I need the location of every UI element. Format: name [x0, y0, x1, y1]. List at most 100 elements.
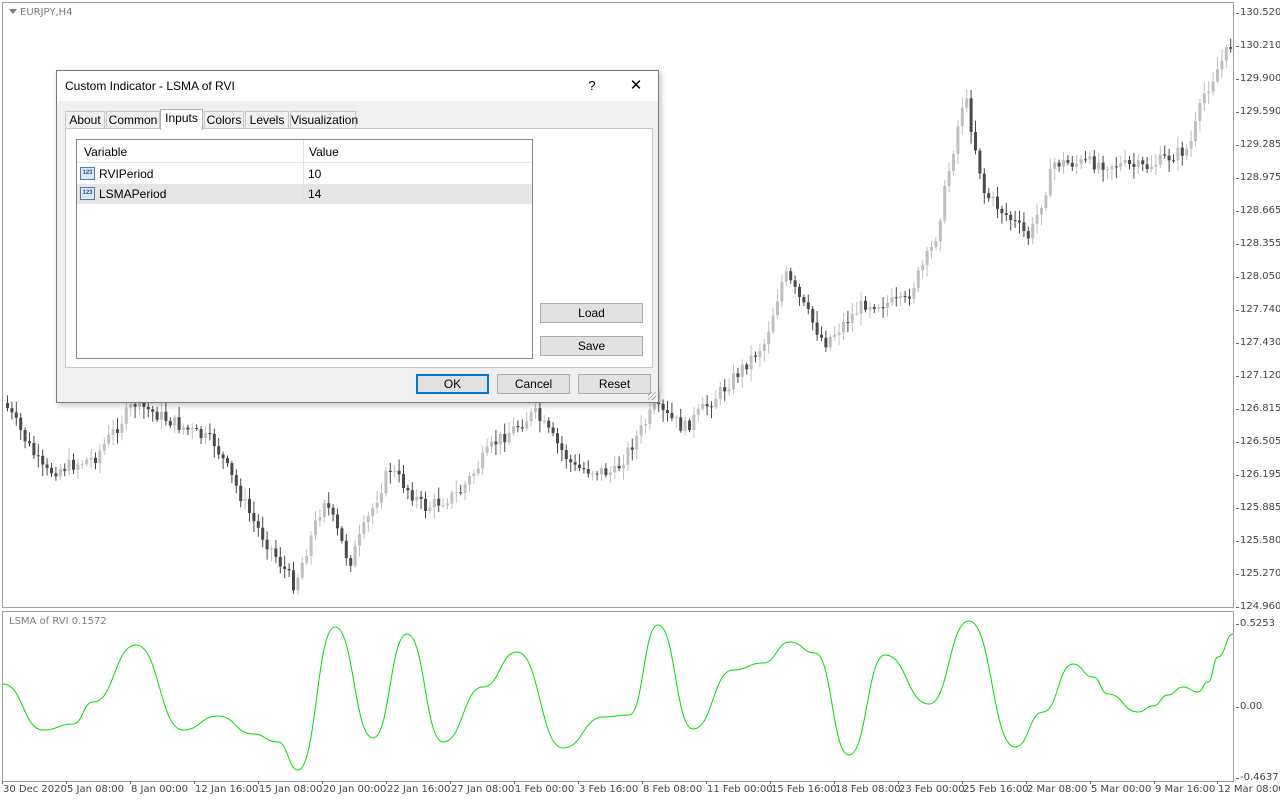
price-tick-mark	[1236, 244, 1239, 245]
cancel-button[interactable]: Cancel	[497, 374, 570, 394]
candle-body	[287, 569, 291, 571]
candle-body	[309, 535, 313, 557]
candle-body	[1158, 154, 1162, 165]
candle-body	[388, 470, 392, 473]
candle-body	[1004, 213, 1008, 215]
candle-body	[859, 300, 863, 314]
candle-body	[969, 98, 973, 133]
candle-body	[1224, 47, 1228, 61]
dialog-titlebar[interactable]: Custom Indicator - LSMA of RVI ? ✕	[57, 71, 658, 101]
candle-body	[978, 150, 982, 174]
column-header-value[interactable]: Value	[309, 145, 339, 159]
candle-body	[239, 485, 243, 502]
candle-body	[1141, 160, 1145, 165]
price-tick-mark	[1236, 409, 1239, 410]
time-tick-label: 22 Jan 16:00	[387, 784, 451, 795]
candle-body	[868, 307, 872, 310]
help-button[interactable]: ?	[581, 75, 603, 97]
candle-body	[498, 433, 502, 445]
load-button[interactable]: Load	[540, 303, 643, 323]
price-tick-mark	[1236, 13, 1239, 14]
inputs-grid[interactable]: Variable Value 123 RVIPeriod 10 123 LSMA…	[76, 139, 533, 359]
tab-common[interactable]: Common	[106, 111, 160, 129]
tab-levels[interactable]: Levels	[245, 111, 289, 129]
candle-body	[560, 443, 564, 451]
table-row[interactable]: 123 LSMAPeriod 14	[77, 184, 532, 204]
candle-body	[520, 427, 524, 429]
candle-body	[1040, 208, 1043, 215]
candle-body	[67, 459, 71, 471]
integer-type-icon: 123	[80, 187, 95, 200]
candle-body	[692, 414, 696, 430]
tab-about[interactable]: About	[65, 111, 105, 129]
candle-body	[107, 434, 111, 444]
reset-button[interactable]: Reset	[578, 374, 651, 394]
time-tick-label: 27 Jan 08:00	[451, 784, 515, 795]
row-value[interactable]: 14	[308, 187, 321, 201]
candle-body	[494, 441, 498, 445]
candle-body	[947, 171, 951, 186]
candle-body	[802, 297, 806, 303]
column-header-variable[interactable]: Variable	[84, 145, 127, 159]
candle-body	[296, 577, 300, 591]
candle-body	[982, 173, 986, 194]
candle-body	[252, 512, 256, 522]
candle-body	[234, 475, 238, 486]
price-tick-mark	[1236, 607, 1239, 608]
ok-button[interactable]: OK	[416, 374, 489, 394]
price-tick-label: 126.815	[1240, 403, 1280, 414]
candle-body	[1110, 166, 1114, 170]
candle-body	[877, 307, 881, 309]
candle-body	[661, 403, 665, 411]
indicator-window[interactable]: LSMA of RVI 0.1572	[2, 611, 1234, 782]
candle-body	[217, 446, 221, 455]
tab-colors[interactable]: Colors	[204, 111, 244, 129]
tab-inputs[interactable]: Inputs	[160, 109, 203, 130]
candle-body	[626, 447, 630, 465]
candle-body	[758, 351, 762, 357]
candle-body	[573, 462, 577, 465]
candle-body	[1176, 147, 1180, 161]
close-button[interactable]: ✕	[625, 75, 647, 97]
candle-body	[921, 265, 925, 271]
save-button[interactable]: Save	[540, 336, 643, 356]
candle-body	[415, 496, 419, 501]
indicator-tick-label: -0.4637	[1240, 772, 1279, 783]
candle-body	[912, 287, 916, 299]
candle-body	[120, 423, 124, 433]
candle-body	[204, 433, 207, 439]
candle-body	[512, 426, 515, 434]
row-value[interactable]: 10	[308, 167, 321, 181]
candle-body	[710, 406, 713, 408]
row-variable-name: LSMAPeriod	[99, 187, 167, 201]
price-tick-label: 128.050	[1240, 271, 1280, 282]
candle-body	[349, 558, 353, 566]
candle-body	[1180, 147, 1184, 156]
candle-body	[1207, 91, 1211, 94]
candle-body	[32, 443, 36, 456]
price-tick-mark	[1236, 541, 1239, 542]
resize-grip-icon[interactable]	[648, 392, 656, 400]
candle-body	[1229, 47, 1233, 49]
time-tick-label: 3 Feb 16:00	[579, 784, 639, 795]
indicator-label: LSMA of RVI 0.1572	[9, 616, 107, 627]
custom-indicator-dialog: Custom Indicator - LSMA of RVI ? ✕ About…	[56, 70, 659, 403]
candle-body	[1026, 231, 1030, 239]
candle-body	[1150, 166, 1153, 170]
candle-body	[1053, 162, 1057, 169]
price-tick-mark	[1236, 442, 1239, 443]
candle-body	[89, 457, 93, 460]
candle-body	[1088, 156, 1092, 160]
candle-body	[23, 430, 27, 442]
candle-body	[855, 313, 859, 315]
table-row[interactable]: 123 RVIPeriod 10	[77, 164, 532, 184]
candle-body	[503, 433, 507, 443]
candle-body	[820, 334, 823, 338]
candle-body	[168, 420, 172, 426]
candle-body	[336, 514, 339, 529]
price-tick-mark	[1236, 211, 1239, 212]
candle-body	[305, 556, 309, 563]
candle-body	[300, 562, 304, 578]
candle-body	[886, 302, 889, 308]
tab-visualization[interactable]: Visualization	[290, 111, 358, 129]
